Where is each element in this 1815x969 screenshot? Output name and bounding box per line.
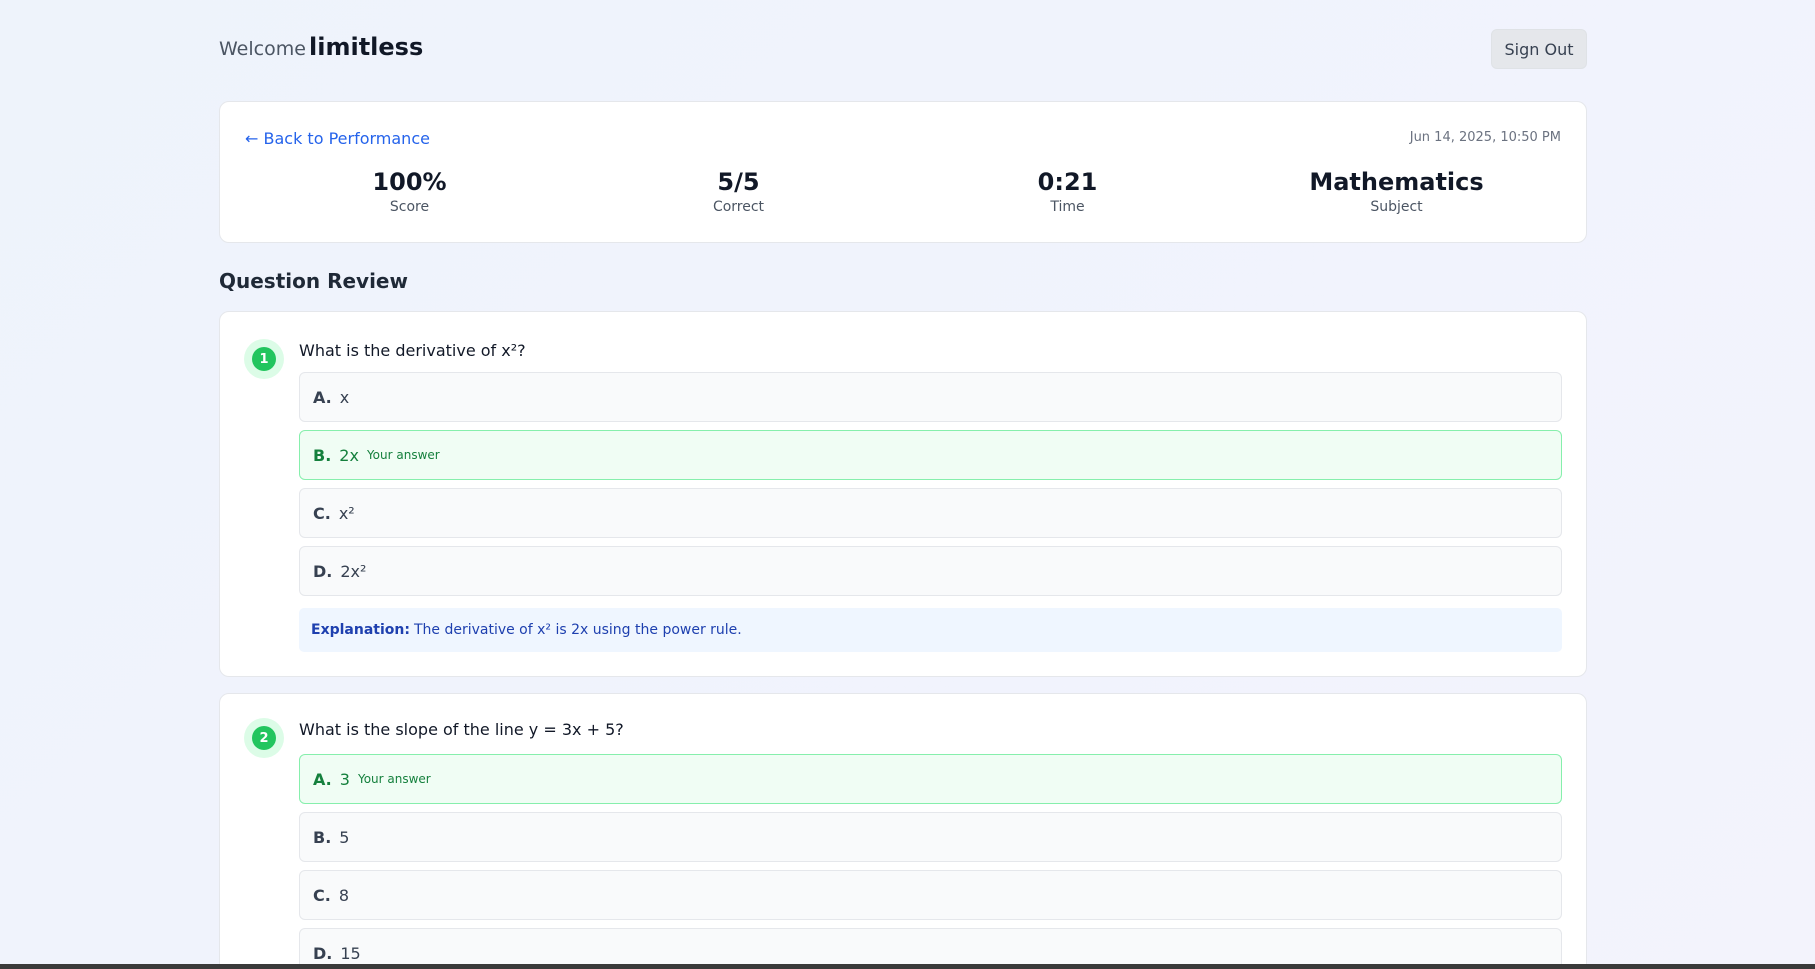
stat-time: 0:21 Time — [903, 167, 1232, 215]
top-bar: Welcome limitless Sign Out — [219, 0, 1587, 100]
stat-label: Score — [389, 199, 430, 215]
question-card: 1 What is the derivative of x²? A. x B. … — [219, 311, 1587, 677]
question-number-badge: 1 — [252, 347, 276, 371]
stats-row: 100% Score 5/5 Correct 0:21 Time Mathema… — [245, 167, 1561, 215]
option-letter: C. — [313, 503, 331, 523]
summary-card: ← Back to Performance Jun 14, 2025, 10:5… — [219, 101, 1587, 243]
option-text: 2x² — [340, 561, 367, 581]
option-letter: A. — [313, 387, 332, 407]
option-a[interactable]: A. 3 Your answer — [299, 754, 1562, 804]
welcome-label: Welcome — [219, 38, 306, 60]
option-letter: B. — [313, 827, 332, 847]
stat-value: 5/5 — [717, 168, 760, 196]
correct-indicator: 1 — [244, 339, 284, 379]
options-list: A. x B. 2x Your answer C. x² D. 2x² — [299, 372, 1562, 604]
option-c[interactable]: C. x² — [299, 488, 1562, 538]
option-text: 5 — [339, 827, 350, 847]
stat-value: 0:21 — [1037, 168, 1098, 196]
option-d[interactable]: D. 2x² — [299, 546, 1562, 596]
option-text: x² — [338, 503, 355, 523]
stat-correct: 5/5 Correct — [574, 167, 903, 215]
option-letter: C. — [313, 885, 331, 905]
question-text: What is the slope of the line y = 3x + 5… — [299, 720, 624, 739]
option-d[interactable]: D. 15 — [299, 928, 1562, 969]
option-letter: D. — [313, 561, 333, 581]
username: limitless — [309, 33, 424, 61]
option-text: 8 — [338, 885, 350, 905]
bottom-edge-bar — [0, 964, 1815, 969]
explanation-box: Explanation: The derivative of x² is 2x … — [299, 608, 1562, 652]
stat-label: Subject — [1370, 199, 1423, 215]
explanation-label: Explanation: — [311, 622, 410, 638]
option-c[interactable]: C. 8 — [299, 870, 1562, 920]
option-text: 3 — [339, 769, 350, 789]
explanation-text: The derivative of x² is 2x using the pow… — [413, 622, 742, 638]
stat-label: Correct — [712, 199, 765, 215]
option-letter: B. — [313, 445, 332, 465]
attempt-date: Jun 14, 2025, 10:50 PM — [1409, 130, 1561, 145]
page-container: Welcome limitless Sign Out ← Back to Per… — [219, 0, 1587, 969]
option-letter: D. — [313, 943, 333, 963]
correct-indicator: 2 — [244, 718, 284, 758]
option-b[interactable]: B. 2x Your answer — [299, 430, 1562, 480]
stat-score: 100% Score — [245, 167, 574, 215]
stat-subject: Mathematics Subject — [1232, 167, 1561, 215]
option-letter: A. — [313, 769, 332, 789]
option-text: 2x — [339, 445, 359, 465]
question-number-badge: 2 — [252, 726, 276, 750]
question-text: What is the derivative of x²? — [299, 341, 526, 360]
stat-value: Mathematics — [1309, 168, 1484, 196]
question-card: 2 What is the slope of the line y = 3x +… — [219, 693, 1587, 969]
your-answer-tag: Your answer — [357, 772, 431, 786]
sign-out-button[interactable]: Sign Out — [1491, 29, 1587, 69]
option-text: x — [339, 387, 350, 407]
options-list: A. 3 Your answer B. 5 C. 8 D. 15 — [299, 754, 1562, 969]
question-review-title: Question Review — [219, 269, 408, 293]
option-b[interactable]: B. 5 — [299, 812, 1562, 862]
option-a[interactable]: A. x — [299, 372, 1562, 422]
your-answer-tag: Your answer — [366, 448, 440, 462]
option-text: 15 — [340, 943, 361, 963]
back-to-performance-link[interactable]: ← Back to Performance — [245, 129, 430, 148]
stat-value: 100% — [372, 168, 447, 196]
stat-label: Time — [1050, 199, 1085, 215]
